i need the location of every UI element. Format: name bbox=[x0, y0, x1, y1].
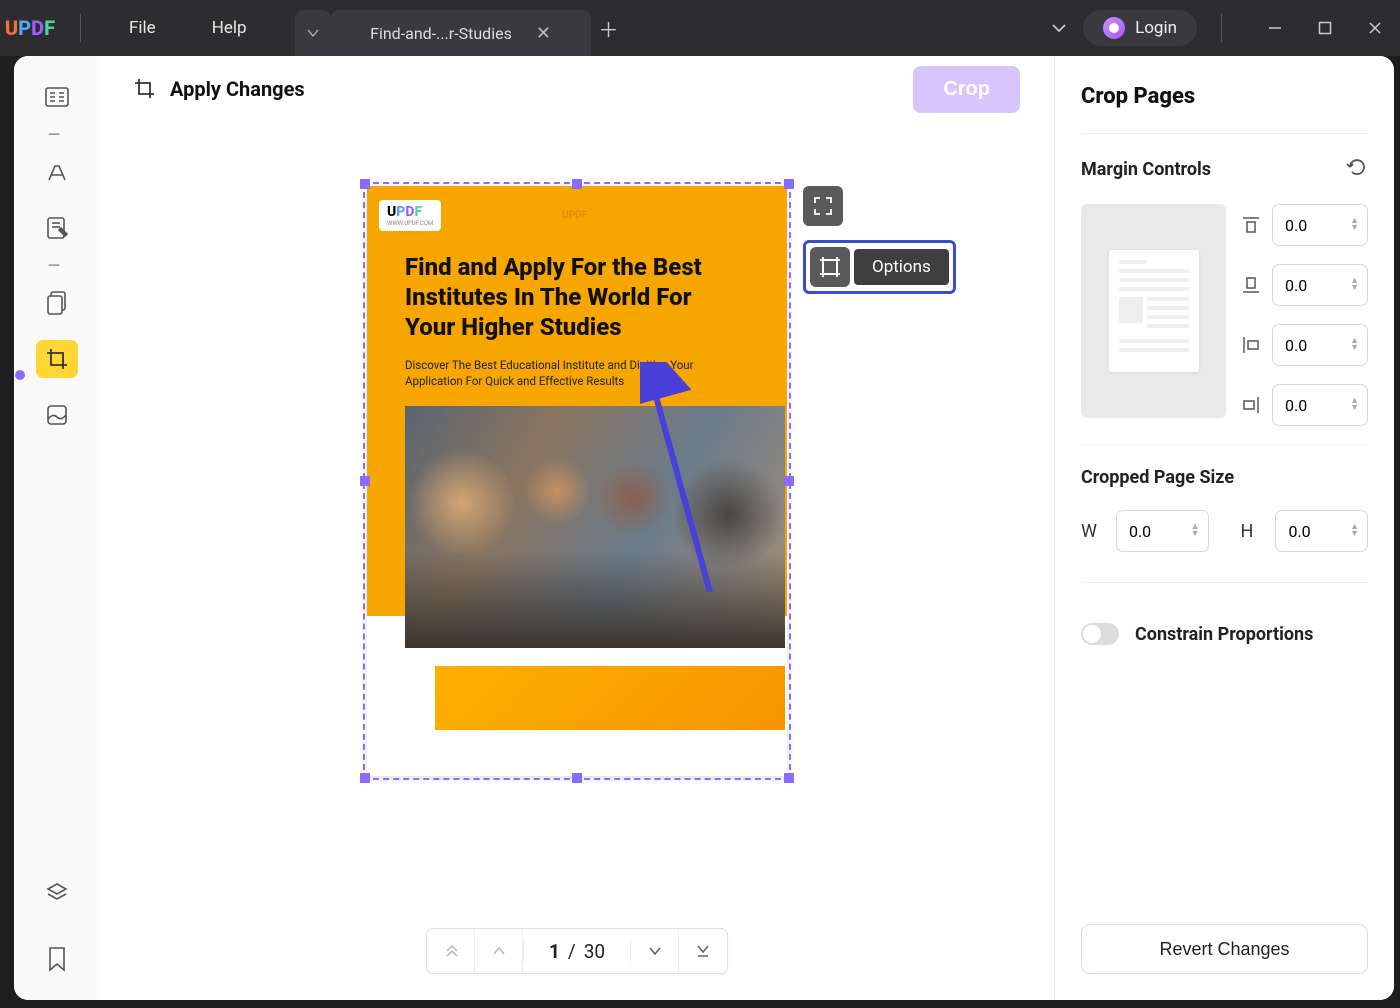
layers-icon[interactable] bbox=[36, 874, 78, 912]
next-page-button[interactable] bbox=[631, 929, 679, 973]
tab-label: Find-and-...r-Studies bbox=[370, 24, 512, 43]
margin-top-input[interactable]: 0.0▲▼ bbox=[1272, 204, 1368, 246]
page-indicator[interactable]: 1 / 30 bbox=[523, 940, 631, 963]
close-icon[interactable]: ✕ bbox=[536, 23, 551, 44]
add-tab-button[interactable]: ＋ bbox=[591, 0, 627, 56]
width-input[interactable]: 0.0▲▼ bbox=[1116, 510, 1209, 552]
avatar-icon bbox=[1103, 17, 1125, 39]
options-tool-group: Options bbox=[803, 240, 956, 294]
menu-file[interactable]: File bbox=[101, 18, 184, 38]
crop-panel: Crop Pages Margin Controls 0.0▲▼ bbox=[1054, 56, 1394, 1000]
separator: – bbox=[47, 265, 67, 266]
maximize-button[interactable] bbox=[1300, 0, 1350, 56]
fullscreen-tool-button[interactable] bbox=[803, 186, 843, 226]
last-page-button[interactable] bbox=[679, 929, 727, 973]
highlight-tool-icon[interactable] bbox=[36, 153, 78, 191]
close-button[interactable] bbox=[1350, 0, 1400, 56]
panel-title: Crop Pages bbox=[1081, 84, 1368, 109]
organize-tool-icon[interactable] bbox=[36, 284, 78, 322]
annotation-arrow bbox=[640, 362, 740, 602]
reset-margins-icon[interactable] bbox=[1346, 156, 1368, 182]
margin-left-input[interactable]: 0.0▲▼ bbox=[1272, 324, 1368, 366]
tab-dropdown[interactable] bbox=[295, 10, 331, 56]
document-tab[interactable]: Find-and-...r-Studies ✕ bbox=[331, 10, 591, 56]
titlebar: UPDF File Help Find-and-...r-Studies ✕ ＋… bbox=[0, 0, 1400, 56]
login-label: Login bbox=[1135, 18, 1177, 38]
margin-bottom-icon bbox=[1240, 276, 1262, 294]
action-bar: Apply Changes Crop bbox=[100, 56, 1054, 122]
margin-preview bbox=[1081, 204, 1226, 418]
revert-changes-button[interactable]: Revert Changes bbox=[1081, 924, 1368, 974]
chevron-down-icon[interactable] bbox=[1051, 19, 1075, 38]
indicator-dot bbox=[15, 370, 25, 380]
crop-button[interactable]: Crop bbox=[913, 66, 1020, 113]
crop-tool-icon[interactable] bbox=[36, 340, 78, 378]
main-window: – – Apply Changes Crop UPDFWWW.UPDF.COM … bbox=[14, 56, 1394, 1000]
height-label: H bbox=[1241, 521, 1262, 542]
prev-page-button[interactable] bbox=[475, 929, 523, 973]
margin-top-icon bbox=[1240, 216, 1262, 234]
page-navigator: 1 / 30 bbox=[426, 928, 728, 974]
minimize-button[interactable] bbox=[1250, 0, 1300, 56]
login-button[interactable]: Login bbox=[1083, 10, 1197, 46]
current-page: 1 bbox=[549, 940, 560, 963]
first-page-button[interactable] bbox=[427, 929, 475, 973]
watermark-tool-icon[interactable] bbox=[36, 396, 78, 434]
page-logo-badge: UPDFWWW.UPDF.COM bbox=[379, 200, 441, 231]
cropped-size-label: Cropped Page Size bbox=[1081, 467, 1368, 488]
margin-bottom-input[interactable]: 0.0▲▼ bbox=[1272, 264, 1368, 306]
constrain-proportions-label: Constrain Proportions bbox=[1135, 624, 1313, 645]
width-label: W bbox=[1081, 521, 1102, 542]
bookmark-icon[interactable] bbox=[36, 940, 78, 978]
canvas: UPDFWWW.UPDF.COM UPDF Find and Apply For… bbox=[100, 122, 1054, 1000]
margin-controls-label: Margin Controls bbox=[1081, 159, 1211, 180]
reader-tool-icon[interactable] bbox=[36, 78, 78, 116]
total-pages: 30 bbox=[584, 940, 605, 963]
options-tool-button[interactable] bbox=[810, 247, 850, 287]
margin-left-icon bbox=[1240, 335, 1262, 355]
options-tooltip: Options bbox=[854, 249, 949, 285]
constrain-proportions-toggle[interactable] bbox=[1081, 623, 1119, 645]
page-headline: Find and Apply For the Best Institutes I… bbox=[405, 252, 715, 342]
height-input[interactable]: 0.0▲▼ bbox=[1275, 510, 1368, 552]
margin-right-icon bbox=[1240, 395, 1262, 415]
menu-help[interactable]: Help bbox=[184, 18, 275, 38]
margin-right-input[interactable]: 0.0▲▼ bbox=[1272, 384, 1368, 426]
left-toolbar: – – bbox=[14, 56, 100, 1000]
separator: – bbox=[47, 134, 67, 135]
apply-changes-label: Apply Changes bbox=[170, 77, 305, 101]
document-area: Apply Changes Crop UPDFWWW.UPDF.COM UPDF… bbox=[100, 56, 1054, 1000]
edit-tool-icon[interactable] bbox=[36, 209, 78, 247]
page-brand-text: UPDF bbox=[562, 210, 587, 221]
crop-icon bbox=[134, 78, 156, 100]
app-logo: UPDF bbox=[0, 16, 60, 40]
